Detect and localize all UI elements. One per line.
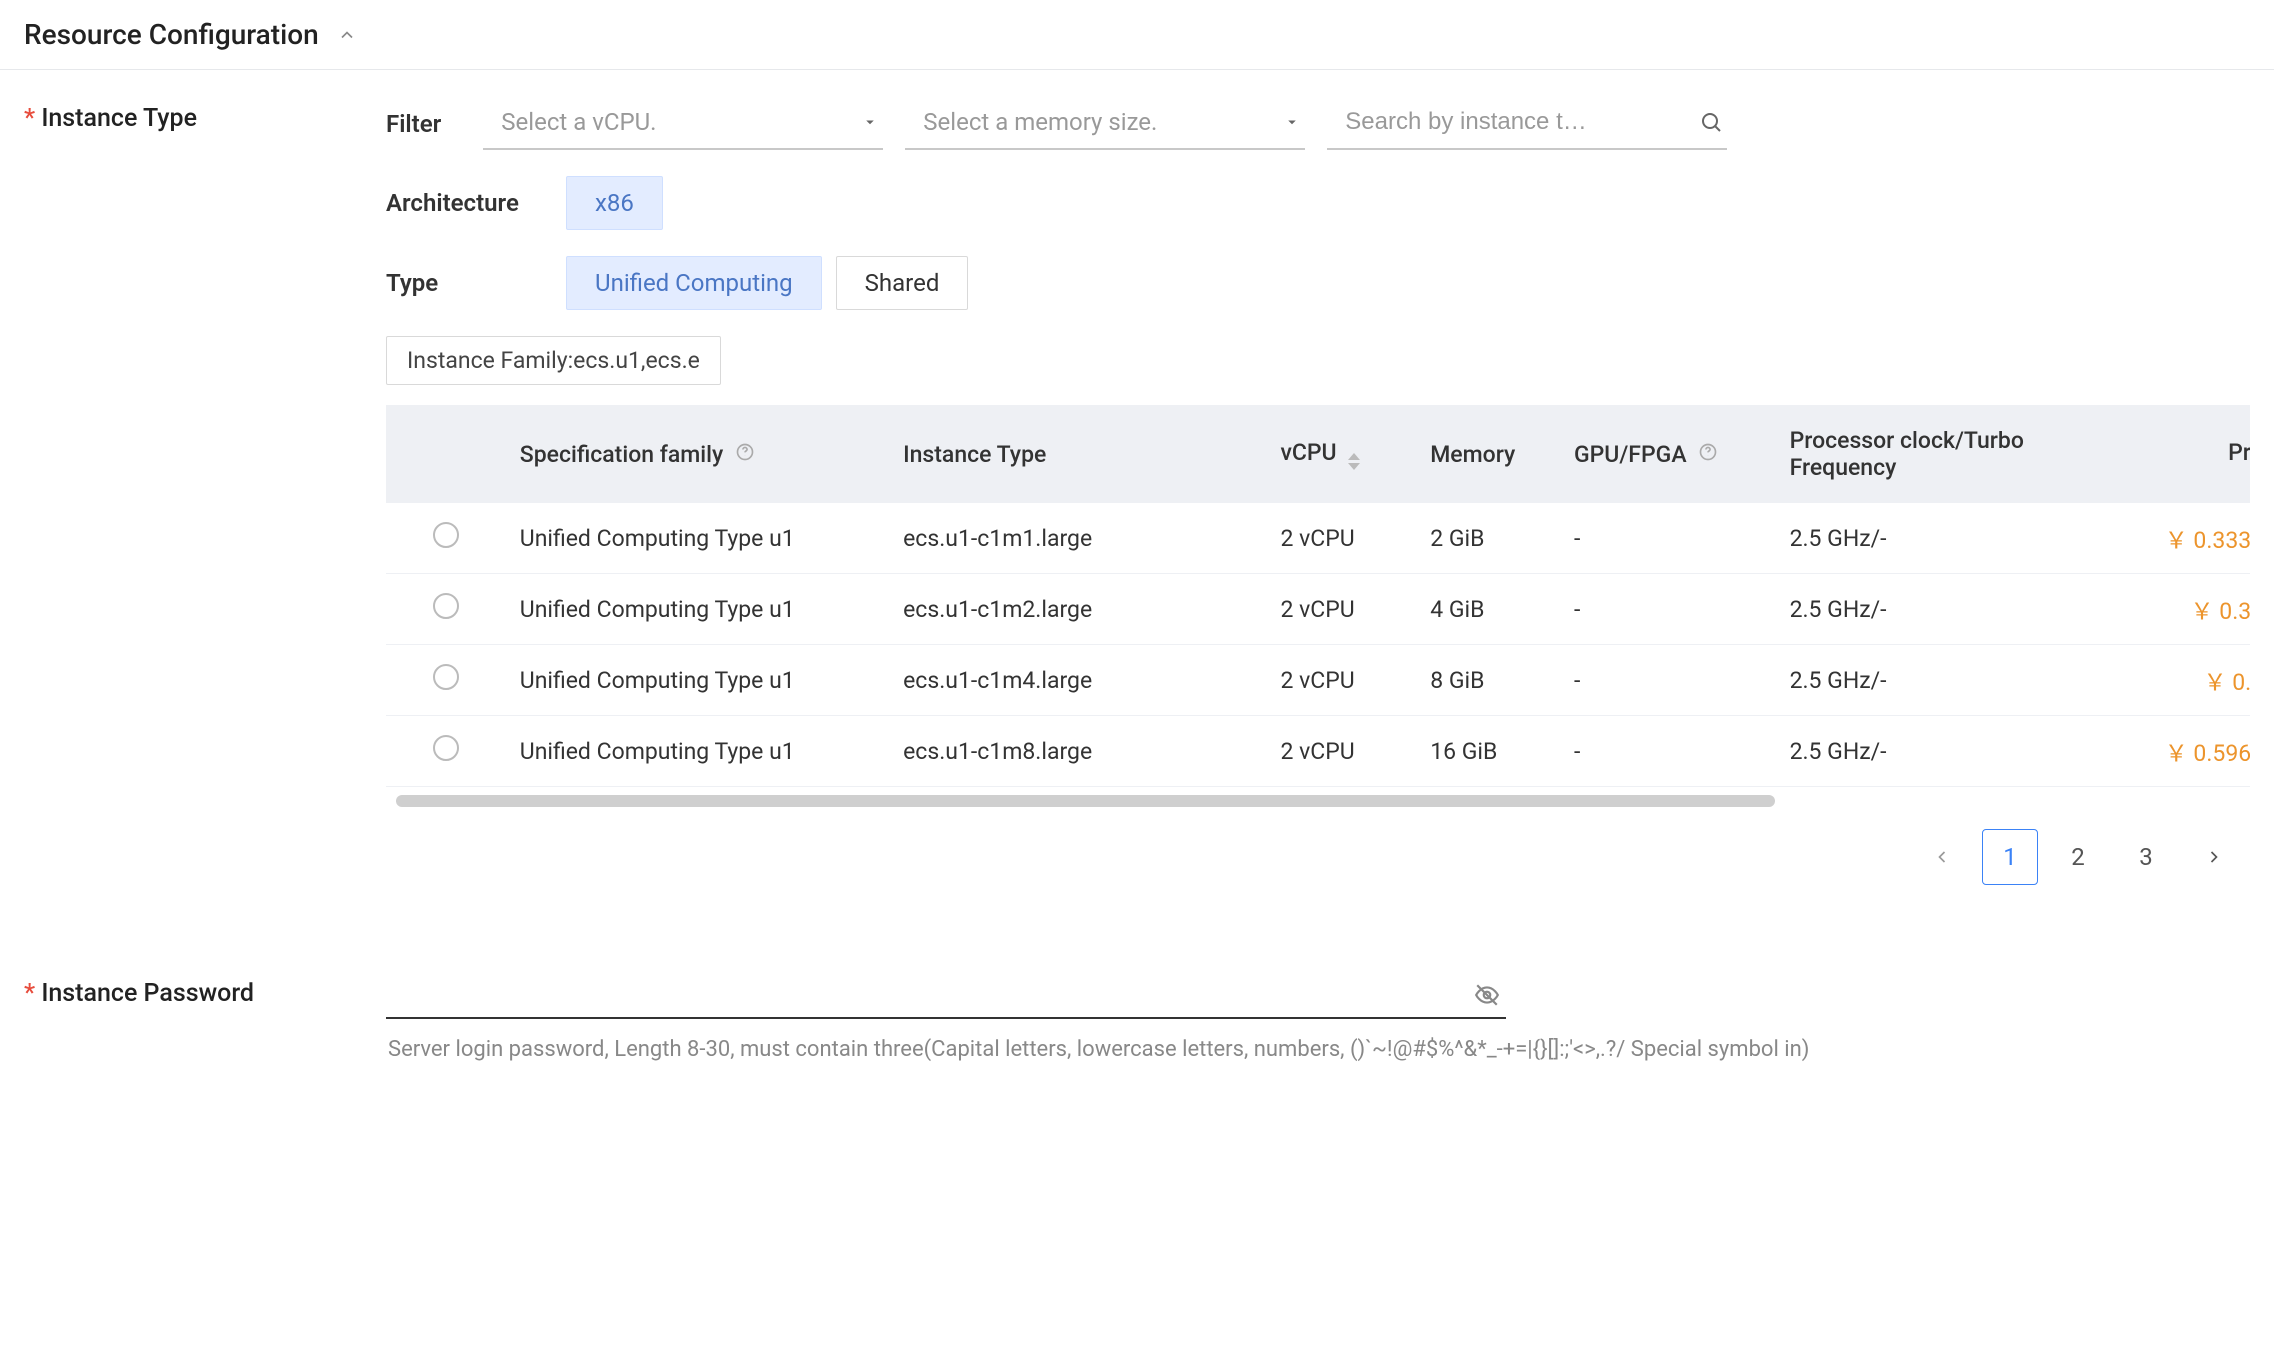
type-shared-button[interactable]: Shared (836, 256, 969, 310)
cell-spec: Unified Computing Type u1 (506, 503, 889, 574)
help-icon[interactable] (735, 442, 755, 462)
page-1-button[interactable]: 1 (1982, 829, 2038, 885)
caret-down-icon (861, 113, 879, 131)
sort-icon (1348, 453, 1360, 470)
cell-memory: 16 GiB (1416, 716, 1560, 787)
cell-gpu: - (1560, 645, 1776, 716)
col-memory: Memory (1416, 405, 1560, 503)
page-2-button[interactable]: 2 (2050, 829, 2106, 885)
horizontal-scrollbar[interactable] (386, 795, 2250, 807)
scrollbar-thumb[interactable] (396, 795, 1775, 807)
cell-vcpu: 2 vCPU (1266, 645, 1416, 716)
section-title: Resource Configuration (24, 18, 319, 51)
cell-price: ￥ 0.59625/Hour (2111, 716, 2250, 787)
cell-vcpu: 2 vCPU (1266, 716, 1416, 787)
table-header-row: Specification family Instance Type vCPU … (386, 405, 2250, 503)
row-radio[interactable] (433, 735, 459, 761)
instance-password-label: Instance Password (24, 973, 386, 1008)
memory-dropdown[interactable]: Select a memory size. (905, 98, 1305, 150)
pagination: 1 2 3 (386, 807, 2250, 925)
cell-clock: 2.5 GHz/- (1776, 503, 2111, 574)
cell-clock: 2.5 GHz/- (1776, 574, 2111, 645)
table-row[interactable]: Unified Computing Type u1ecs.u1-c1m2.lar… (386, 574, 2250, 645)
cell-type: ecs.u1-c1m4.large (889, 645, 1266, 716)
page-3-button[interactable]: 3 (2118, 829, 2174, 885)
cell-type: ecs.u1-c1m2.large (889, 574, 1266, 645)
cell-vcpu: 2 vCPU (1266, 503, 1416, 574)
table-row[interactable]: Unified Computing Type u1ecs.u1-c1m8.lar… (386, 716, 2250, 787)
col-vcpu[interactable]: vCPU (1266, 405, 1416, 503)
cell-gpu: - (1560, 574, 1776, 645)
instance-search-box[interactable] (1327, 98, 1727, 150)
cell-clock: 2.5 GHz/- (1776, 716, 2111, 787)
cell-type: ecs.u1-c1m1.large (889, 503, 1266, 574)
instance-table-scroll[interactable]: Specification family Instance Type vCPU … (386, 405, 2250, 787)
architecture-x86-button[interactable]: x86 (566, 176, 663, 230)
type-label: Type (386, 269, 566, 297)
page-prev-button[interactable] (1914, 829, 1970, 885)
type-unified-button[interactable]: Unified Computing (566, 256, 822, 310)
cell-spec: Unified Computing Type u1 (506, 716, 889, 787)
help-icon[interactable] (1698, 442, 1718, 462)
vcpu-dropdown[interactable]: Select a vCPU. (483, 98, 883, 150)
architecture-label: Architecture (386, 189, 566, 217)
cell-clock: 2.5 GHz/- (1776, 645, 2111, 716)
search-icon (1699, 110, 1723, 134)
row-radio[interactable] (433, 593, 459, 619)
instance-table: Specification family Instance Type vCPU … (386, 405, 2250, 787)
cell-price: ￥ 0.33375/Hour (2111, 503, 2250, 574)
row-radio[interactable] (433, 522, 459, 548)
section-header[interactable]: Resource Configuration (0, 0, 2274, 70)
cell-price: ￥ 0.351/Hour (2111, 574, 2250, 645)
table-row[interactable]: Unified Computing Type u1ecs.u1-c1m4.lar… (386, 645, 2250, 716)
cell-gpu: - (1560, 503, 1776, 574)
cell-price: ￥ 0.45/Hour (2111, 645, 2250, 716)
col-gpu: GPU/FPGA (1560, 405, 1776, 503)
cell-type: ecs.u1-c1m8.large (889, 716, 1266, 787)
cell-vcpu: 2 vCPU (1266, 574, 1416, 645)
table-row[interactable]: Unified Computing Type u1ecs.u1-c1m1.lar… (386, 503, 2250, 574)
col-spec-family: Specification family (506, 405, 889, 503)
instance-search-input[interactable] (1345, 108, 1595, 136)
instance-family-tag[interactable]: Instance Family:ecs.u1,ecs.e (386, 336, 721, 385)
cell-memory: 4 GiB (1416, 574, 1560, 645)
instance-type-label: Instance Type (24, 98, 386, 133)
cell-spec: Unified Computing Type u1 (506, 645, 889, 716)
password-input[interactable] (392, 981, 1474, 1009)
cell-spec: Unified Computing Type u1 (506, 574, 889, 645)
password-input-wrap[interactable] (386, 973, 1506, 1019)
filter-label: Filter (386, 110, 441, 138)
col-instance-type: Instance Type (889, 405, 1266, 503)
cell-gpu: - (1560, 716, 1776, 787)
col-clock: Processor clock/Turbo Frequency (1776, 405, 2111, 503)
cell-memory: 2 GiB (1416, 503, 1560, 574)
eye-off-icon[interactable] (1474, 982, 1500, 1008)
col-price[interactable]: Price (2111, 405, 2250, 503)
cell-memory: 8 GiB (1416, 645, 1560, 716)
page-next-button[interactable] (2186, 829, 2242, 885)
chevron-up-icon (337, 25, 357, 45)
caret-down-icon (1283, 113, 1301, 131)
memory-placeholder: Select a memory size. (923, 108, 1157, 136)
password-hint: Server login password, Length 8-30, must… (0, 1037, 2274, 1072)
vcpu-placeholder: Select a vCPU. (501, 108, 656, 136)
row-radio[interactable] (433, 664, 459, 690)
